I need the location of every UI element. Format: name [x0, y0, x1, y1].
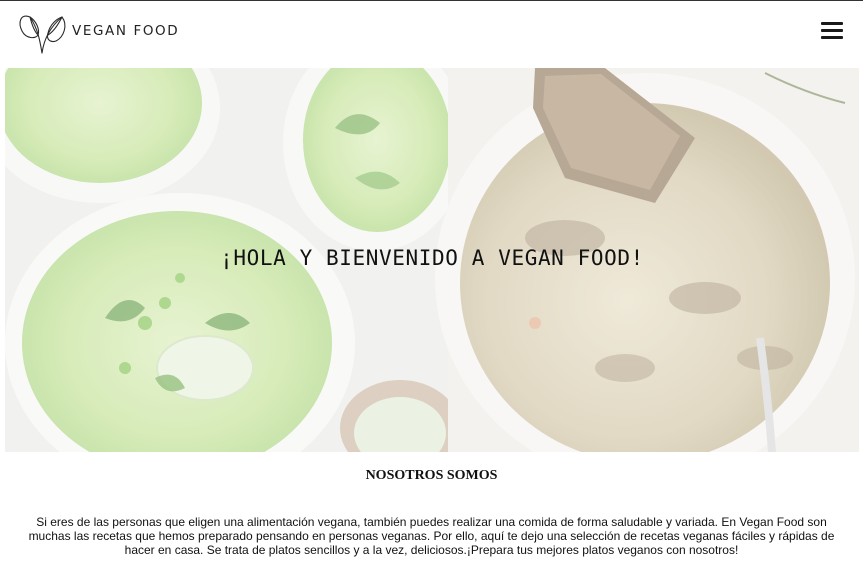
logo[interactable]: VEGAN FOOD	[16, 5, 179, 55]
menu-bar-bottom	[821, 36, 843, 39]
menu-bar-middle	[821, 29, 843, 32]
brand-name: VEGAN FOOD	[72, 23, 180, 39]
leaf-logo-icon	[19, 15, 66, 54]
hero-title: ¡HOLA Y BIENVENIDO A VEGAN FOOD!	[220, 246, 644, 270]
site-header: VEGAN FOOD	[0, 1, 863, 67]
section-body: Si eres de las personas que eligen una a…	[28, 515, 835, 557]
hero-banner: ¡HOLA Y BIENVENIDO A VEGAN FOOD!	[5, 68, 859, 452]
section-heading: NOSOTROS SOMOS	[365, 468, 498, 483]
menu-bar-top	[821, 22, 843, 25]
hamburger-menu-icon[interactable]	[821, 21, 843, 41]
